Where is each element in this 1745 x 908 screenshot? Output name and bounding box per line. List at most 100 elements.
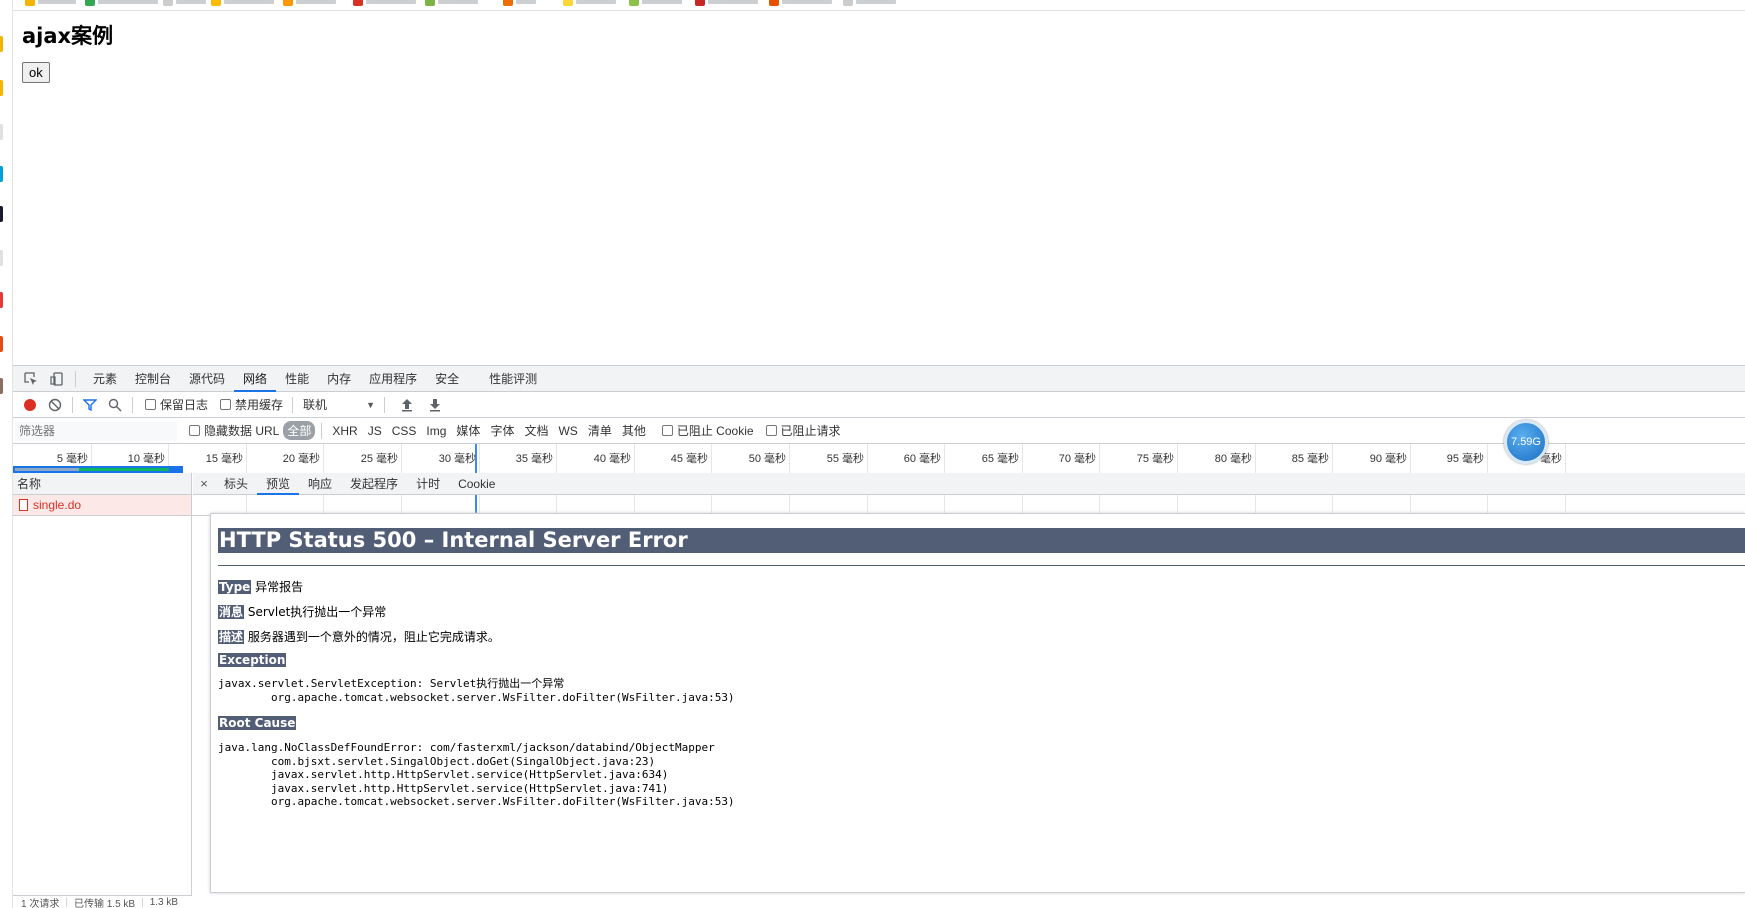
root-cause-heading: Root Cause [218,716,297,730]
record-icon[interactable] [22,397,38,413]
checkbox[interactable] [145,399,156,410]
divider [218,565,1745,566]
favicon-icon[interactable] [0,206,3,222]
favicon-icon[interactable] [0,166,3,182]
bookmark-icon [283,0,293,6]
checkbox[interactable] [220,399,232,410]
type-filter-xhr[interactable]: XHR [328,423,361,439]
timeline-tick-label: 95 毫秒 [1446,453,1484,465]
type-filter-img[interactable]: Img [422,423,450,439]
timeline-tick-label: 70 毫秒 [1058,453,1096,465]
throttle-select[interactable]: 联机 ▼ [303,396,375,413]
bookmark-item[interactable] [503,0,536,7]
device-toolbar-icon[interactable] [49,371,65,387]
favicon-icon[interactable] [0,292,3,308]
tab-application[interactable]: 应用程序 [360,366,426,392]
bookmark-icon [163,0,173,6]
bookmark-icon [769,0,779,6]
request-name: single.do [33,498,82,512]
favicon-icon[interactable] [0,378,3,394]
tab-initiator[interactable]: 发起程序 [341,473,407,495]
tab-elements[interactable]: 元素 [84,366,126,392]
timeline-tick-label: 30 毫秒 [438,453,476,465]
bookmark-item[interactable] [629,0,682,7]
bookmark-icon [695,0,705,6]
checkbox[interactable] [765,425,777,436]
tab-cookies[interactable]: Cookie [449,473,504,495]
tab-headers[interactable]: 标头 [215,473,257,495]
filter-input[interactable] [15,420,177,441]
checkbox[interactable] [189,425,200,436]
tab-security[interactable]: 安全 [426,366,468,392]
exception-stacktrace: javax.servlet.ServletException: Servlet执… [218,677,735,704]
star-icon [25,0,35,6]
checkbox[interactable] [661,425,673,436]
tab-lighthouse[interactable]: 性能评测 [480,366,546,392]
type-filter-media[interactable]: 媒体 [452,421,484,440]
type-filter-js[interactable]: JS [364,423,386,439]
ok-button[interactable]: ok [22,62,50,83]
favicon-icon[interactable] [0,250,3,266]
bookmark-item[interactable] [353,0,416,7]
timeline-tick-label: 85 毫秒 [1291,453,1329,465]
request-count: 1 次请求 [21,899,60,908]
favicon-icon[interactable] [0,36,3,52]
error-type-label: Type [218,580,252,594]
bookmark-item[interactable] [25,0,76,7]
request-row[interactable]: single.do [13,495,191,515]
type-filter-ws[interactable]: WS [554,423,581,439]
timeline-tick-label: 65 毫秒 [981,453,1019,465]
type-filter-other[interactable]: 其他 [618,421,650,440]
tab-response[interactable]: 响应 [299,473,341,495]
timeline-tick-label: 50 毫秒 [748,453,786,465]
divider [132,396,133,413]
tab-timing[interactable]: 计时 [407,473,449,495]
disable-cache-checkbox[interactable]: 禁用缓存 [220,396,283,413]
network-speed-gauge[interactable]: 7.59G [1504,420,1548,464]
bookmark-icon [211,0,221,6]
tab-console[interactable]: 控制台 [126,366,180,392]
blocked-cookies-checkbox[interactable]: 已阻止 Cookie [661,422,754,439]
bookmark-item[interactable] [769,0,832,7]
inspect-element-icon[interactable] [23,371,39,387]
bookmark-item[interactable] [695,0,758,7]
clear-icon[interactable] [47,397,63,413]
error-message-value: Servlet执行抛出一个异常 [244,605,387,619]
bookmark-item[interactable] [843,0,896,7]
type-filter-manifest[interactable]: 清单 [584,421,616,440]
import-har-icon[interactable] [399,397,415,413]
bookmark-item[interactable] [425,0,478,7]
tab-preview[interactable]: 预览 [257,473,300,495]
tab-memory[interactable]: 内存 [318,366,360,392]
tab-performance[interactable]: 性能 [276,366,318,392]
hide-data-url-checkbox[interactable]: 隐藏数据 URL [189,422,279,439]
bookmark-icon [85,0,95,6]
bookmark-item[interactable] [211,0,274,7]
bookmark-icon [563,0,573,6]
favicon-icon[interactable] [0,124,3,140]
timeline-tick-label: 45 毫秒 [670,453,708,465]
type-filter-font[interactable]: 字体 [486,421,518,440]
filter-icon[interactable] [82,397,98,413]
root-cause-label: Root Cause [218,716,297,730]
divider: | [141,897,144,908]
type-filter-doc[interactable]: 文档 [520,421,552,440]
bookmark-item[interactable] [283,0,336,7]
name-column-header[interactable]: 名称 [13,473,191,495]
tab-sources[interactable]: 源代码 [180,366,234,392]
type-filter-all[interactable]: 全部 [283,421,316,440]
export-har-icon[interactable] [427,397,443,413]
type-filter-css[interactable]: CSS [388,423,421,439]
close-icon[interactable]: × [193,476,215,491]
blocked-requests-checkbox[interactable]: 已阻止请求 [765,422,841,439]
bookmark-item[interactable] [163,0,206,7]
search-icon[interactable] [107,397,123,413]
divider [292,396,294,413]
tab-network[interactable]: 网络 [234,366,277,392]
bookmark-item[interactable] [563,0,616,7]
preserve-log-checkbox[interactable]: 保留日志 [145,396,208,413]
timeline-tick-label: 80 毫秒 [1214,453,1252,465]
bookmark-item[interactable] [85,0,158,7]
favicon-icon[interactable] [0,80,3,96]
favicon-icon[interactable] [0,336,3,352]
